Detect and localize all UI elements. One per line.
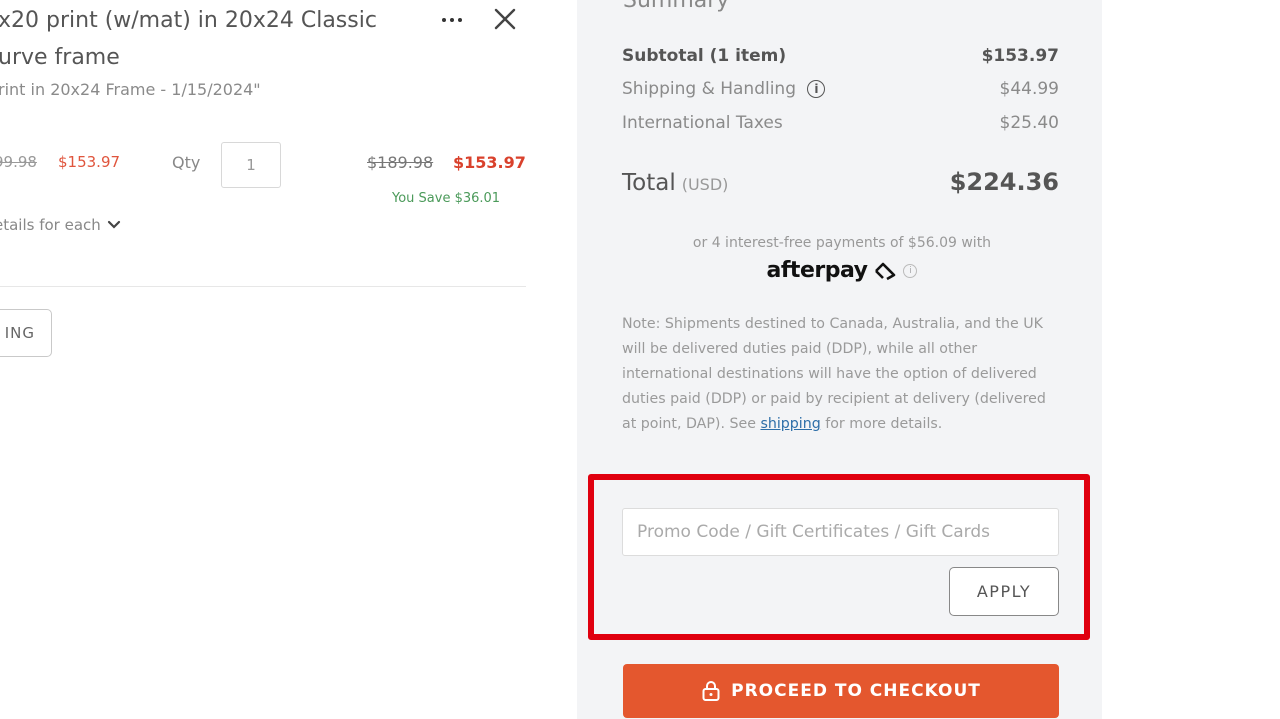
sale-unit-price: $153.97 [58,153,121,171]
proceed-to-checkout-button[interactable]: PROCEED TO CHECKOUT [623,664,1059,718]
total-currency: (USD) [681,175,729,194]
total-value: $224.36 [949,168,1059,196]
subtotal-label: Subtotal (1 item) [622,46,787,66]
taxes-row: International Taxes $25.40 [622,113,1059,133]
more-options-icon[interactable] [437,10,467,30]
shipping-note-end: for more details. [825,416,943,432]
afterpay-logo: afterpay [766,258,868,283]
details-toggle[interactable]: etails for each [0,216,121,234]
afterpay-badge: afterpay i [622,258,1062,283]
promo-code-input[interactable] [622,508,1059,556]
quantity-input[interactable] [221,142,281,188]
details-toggle-label: etails for each [0,216,101,234]
original-unit-price: 99.98 [0,153,37,171]
shipping-row: Shipping & Handling i $44.99 [622,79,1059,99]
shipping-link[interactable]: shipping [760,416,820,432]
afterpay-info-icon[interactable]: i [903,263,918,278]
subtotal-value: $153.97 [981,46,1059,66]
savings-text: You Save $36.01 [392,191,501,206]
item-description: rint in 20x24 Frame - 1/15/2024" [0,80,261,99]
divider [0,286,526,287]
info-icon[interactable]: i [807,80,826,98]
afterpay-arrows-icon [875,262,896,280]
shipping-value: $44.99 [999,79,1059,99]
taxes-label: International Taxes [622,113,783,133]
taxes-value: $25.40 [999,113,1059,133]
close-icon[interactable] [492,6,518,32]
shipping-label: Shipping & Handling [622,79,797,99]
qty-label: Qty [172,153,201,172]
sale-total-price: $153.97 [453,153,526,172]
item-title: x20 print (w/mat) in 20x24 Classic urve … [0,8,377,70]
afterpay-text: or 4 interest-free payments of $56.09 wi… [692,235,992,251]
checkout-label: PROCEED TO CHECKOUT [731,681,981,701]
original-total-price: $189.98 [367,153,434,172]
shipping-note: Note: Shipments destined to Canada, Aust… [622,312,1062,437]
shipping-note-text: Note: Shipments destined to Canada, Aust… [622,316,1046,432]
chevron-down-icon [107,220,120,229]
lock-icon [702,681,720,701]
summary-title: Summary [623,0,730,13]
total-label: Total [622,170,676,196]
subtotal-row: Subtotal (1 item) $153.97 [622,46,1059,66]
continue-shopping-button[interactable]: ING [0,309,52,357]
apply-button[interactable]: APPLY [949,567,1059,616]
total-row: Total (USD) $224.36 [622,168,1059,196]
